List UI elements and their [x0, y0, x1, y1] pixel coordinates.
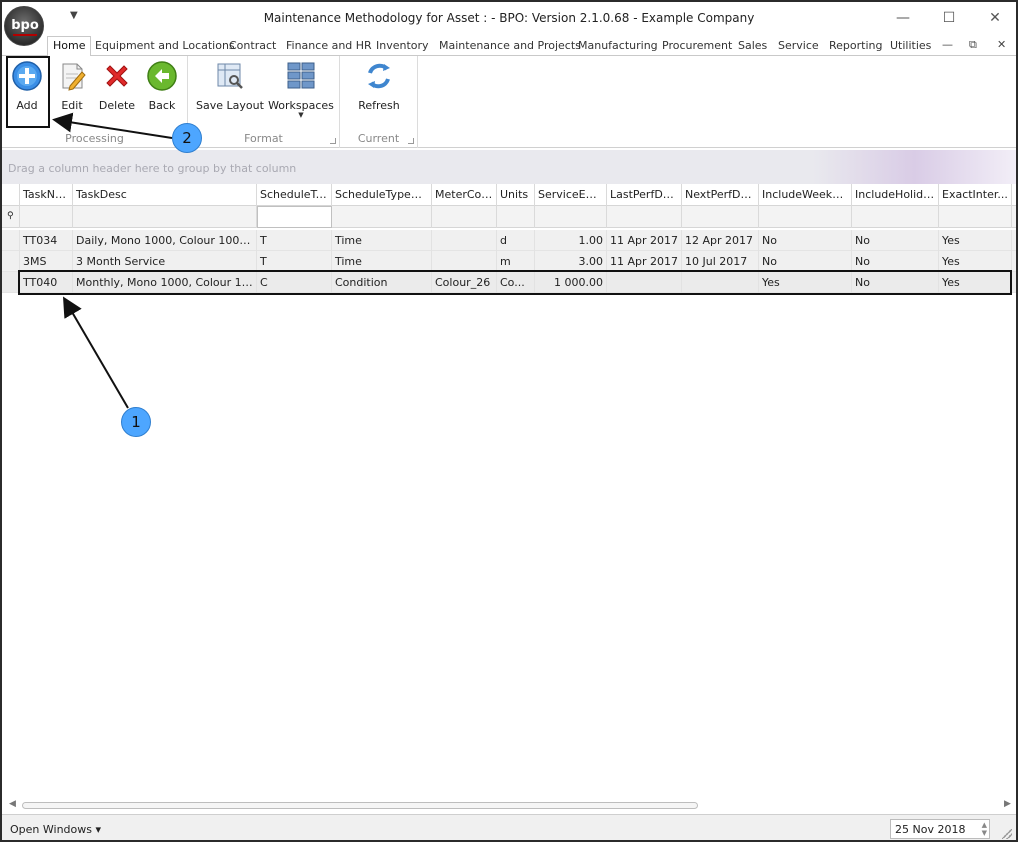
callout-1: 1 — [121, 407, 151, 437]
arrow-to-add — [52, 112, 173, 139]
logo-text: bpo — [11, 18, 39, 33]
annotation-arrows — [52, 112, 173, 409]
bpo-logo[interactable]: bpo — [4, 6, 44, 46]
app-window: bpo ▼ Maintenance Methodology for Asset … — [0, 0, 1018, 842]
arrow-to-row — [62, 296, 129, 409]
callout-2: 2 — [172, 123, 202, 153]
logo-accent — [13, 34, 37, 36]
